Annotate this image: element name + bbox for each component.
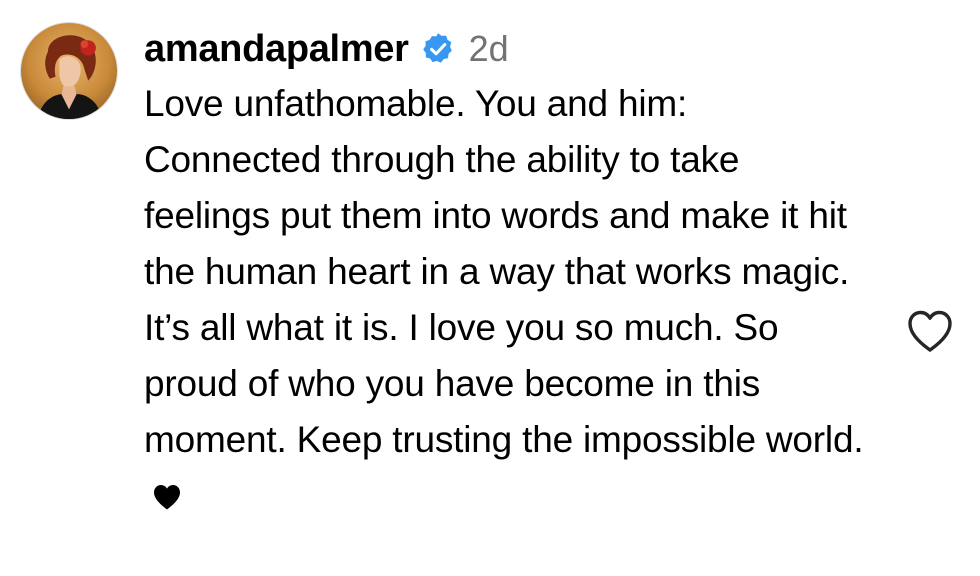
comment-body: amandapalmer 2d Love unfathomable. You a… [144, 22, 884, 524]
heart-outline-icon [908, 310, 952, 352]
comment-header: amandapalmer 2d [144, 22, 884, 76]
comment-timestamp[interactable]: 2d [469, 28, 509, 70]
black-heart-icon [152, 483, 182, 511]
like-button[interactable] [905, 307, 955, 355]
comment-text: Love unfathomable. You and him: Connecte… [144, 76, 864, 524]
avatar[interactable] [20, 22, 118, 120]
username-link[interactable]: amandapalmer [144, 28, 409, 71]
verified-badge-icon [421, 32, 455, 66]
comment: amandapalmer 2d Love unfathomable. You a… [0, 0, 980, 576]
avatar-image [21, 23, 117, 119]
comment-text-content: Love unfathomable. You and him: Connecte… [144, 83, 864, 460]
